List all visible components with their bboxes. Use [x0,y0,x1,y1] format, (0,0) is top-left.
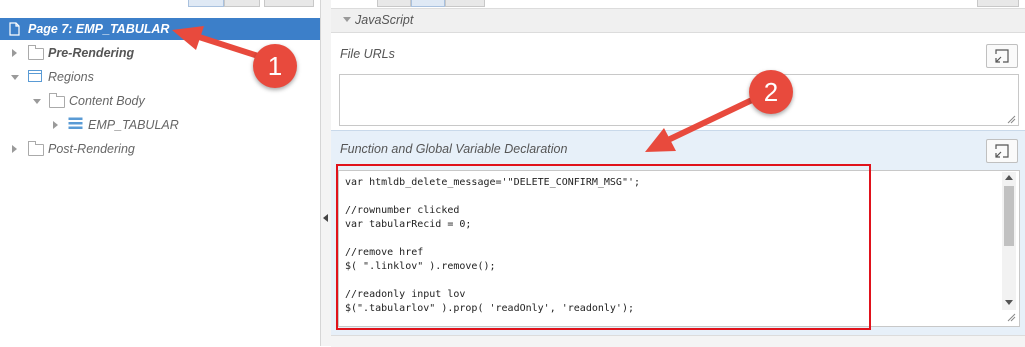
editor-scrollbar[interactable] [1002,172,1016,310]
next-section-header [331,335,1025,347]
tree-toolbar-button[interactable] [188,0,224,7]
expand-editor-button[interactable] [986,44,1018,68]
toolbar-button[interactable] [411,0,445,7]
expand-icon[interactable] [12,145,17,153]
tree-node-pre-rendering[interactable]: Pre-Rendering [48,42,134,64]
collapse-left-icon[interactable] [323,214,328,222]
collapse-icon[interactable] [11,75,19,80]
collapse-icon[interactable] [343,17,351,22]
resize-grip-icon[interactable] [1006,312,1016,322]
tree-toolbar-button[interactable] [264,0,314,7]
annotation-badge-2: 2 [749,70,793,114]
expand-icon [995,49,1009,63]
resize-grip-icon[interactable] [1006,114,1016,124]
folder-icon [28,45,44,60]
expand-icon[interactable] [53,121,58,129]
folder-icon [28,141,44,156]
tree-node-emp-tabular[interactable]: EMP_TABULAR [88,114,179,136]
tabular-form-icon [68,117,83,129]
collapse-icon[interactable] [33,99,41,104]
folder-open-icon [49,93,65,108]
javascript-group-header[interactable]: JavaScript [331,8,1025,33]
expand-editor-button[interactable] [986,139,1018,163]
file-urls-label: File URLs [340,47,395,61]
file-urls-input[interactable] [339,74,1019,126]
toolbar-button[interactable] [445,0,485,7]
expand-icon[interactable] [12,49,17,57]
expand-icon [995,144,1009,158]
tree-node-post-rendering[interactable]: Post-Rendering [48,138,135,160]
group-title: JavaScript [355,13,414,27]
tree-node-content-body[interactable]: Content Body [69,90,145,112]
annotation-badge-1: 1 [253,44,297,88]
scroll-up-icon[interactable] [1005,175,1013,180]
function-declaration-label: Function and Global Variable Declaration [340,142,568,156]
toolbar-button[interactable] [977,0,1019,7]
toolbar-button[interactable] [377,0,411,7]
tree-toolbar-button[interactable] [224,0,260,7]
tree-node-label: Page 7: EMP_TABULAR [28,22,170,36]
tree-node-regions[interactable]: Regions [48,66,94,88]
highlight-box [336,164,871,330]
page-icon [9,22,20,36]
regions-icon [28,70,42,82]
scrollbar-thumb[interactable] [1004,186,1014,246]
scroll-down-icon[interactable] [1005,300,1013,305]
tree-node-page[interactable]: Page 7: EMP_TABULAR [0,18,322,40]
